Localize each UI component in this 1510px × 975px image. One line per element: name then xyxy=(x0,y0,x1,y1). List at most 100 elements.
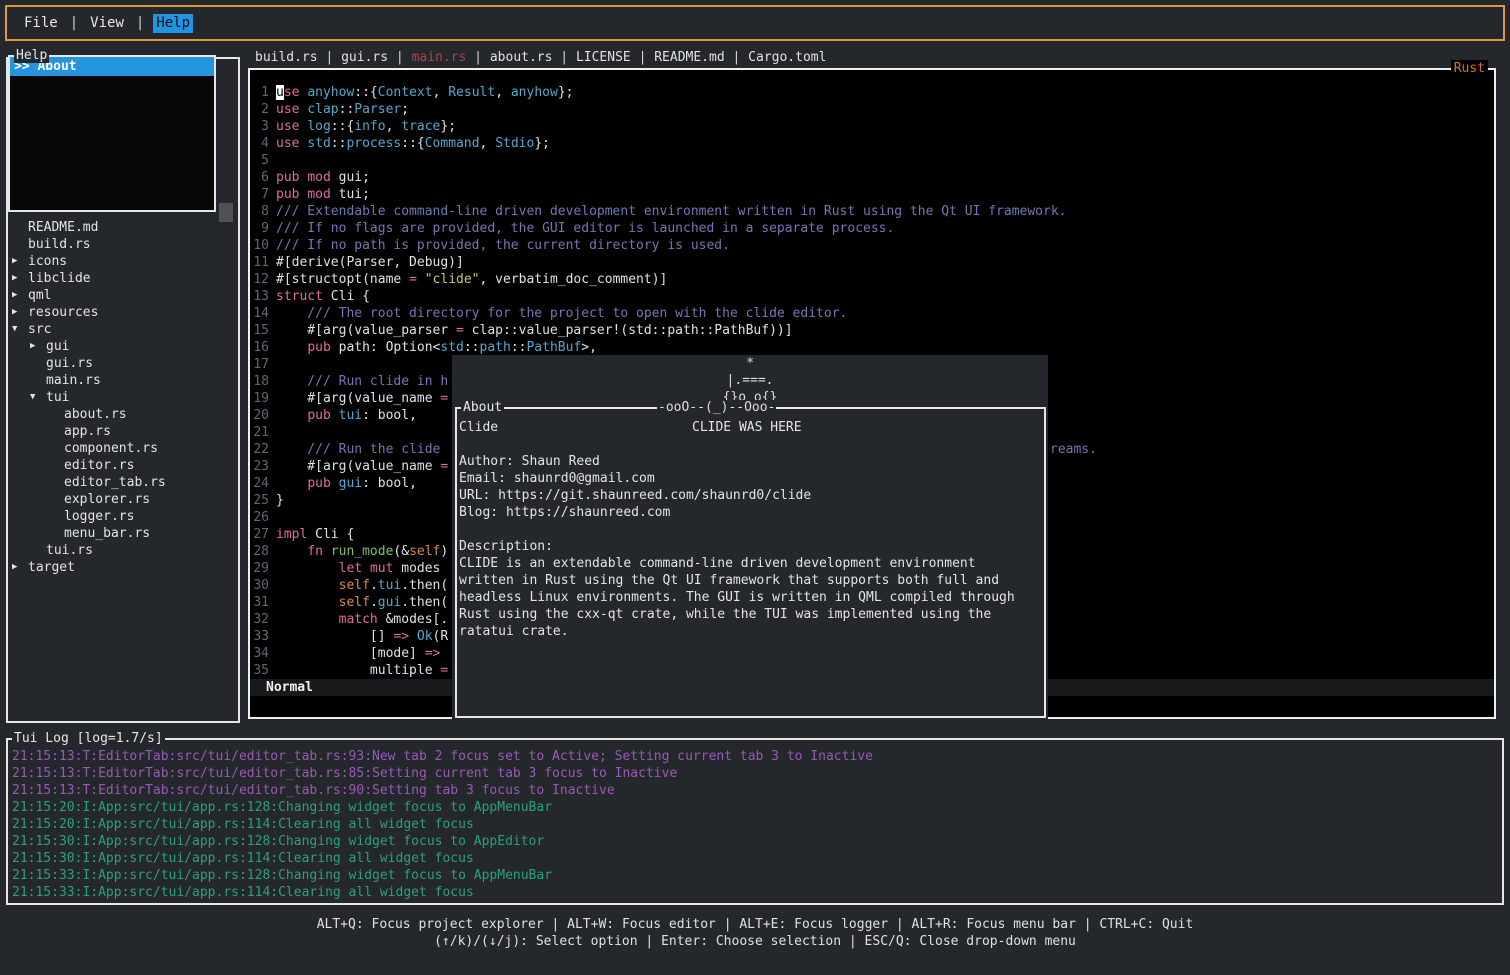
menu-bar: File|View|Help xyxy=(5,5,1505,41)
help-dropdown-menu: Help >> About xyxy=(8,55,216,212)
log-line-info: 21:15:30:I:App:src/tui/app.rs:114:Cleari… xyxy=(12,850,1500,867)
about-description-line: CLIDE is an extendable command-line driv… xyxy=(459,555,1042,572)
vim-mode-label: Normal xyxy=(266,680,313,695)
tab-build-rs[interactable]: build.rs xyxy=(255,49,318,67)
code-token: [mode] xyxy=(276,646,425,661)
about-description-line: ratatui crate. xyxy=(459,623,1042,640)
line-number: 4 xyxy=(252,135,269,152)
menu-item-view[interactable]: View xyxy=(87,14,127,33)
code-token: :: xyxy=(339,102,355,117)
code-token: = xyxy=(440,391,448,406)
about-dialog-box: About -ooO--(_)--Ooo- ClideCLIDE WAS HER… xyxy=(455,407,1046,718)
tree-item-label: main.rs xyxy=(46,372,101,389)
log-lines: 21:15:13:T:EditorTab:src/tui/editor_tab.… xyxy=(12,748,1500,901)
code-token xyxy=(323,544,331,559)
about-field: URL: https://git.shaunreed.com/shaunrd0/… xyxy=(459,487,1042,504)
line-number: 19 xyxy=(252,390,269,407)
code-token: gui xyxy=(339,476,362,491)
expand-collapsed-icon: ▶ xyxy=(12,559,28,576)
code-token: pub xyxy=(307,340,330,355)
tree-item-label: build.rs xyxy=(28,236,91,253)
tab-cargo-toml[interactable]: Cargo.toml xyxy=(748,49,826,67)
code-token xyxy=(331,476,339,491)
tree-item-logger-rs[interactable]: logger.rs xyxy=(8,508,238,525)
tree-item-target[interactable]: ▶target xyxy=(8,559,238,576)
tab-readme-md[interactable]: README.md xyxy=(654,49,724,67)
tree-item-about-rs[interactable]: about.rs xyxy=(8,406,238,423)
code-line: 2use clap::Parser; xyxy=(252,101,1494,118)
code-token: pub xyxy=(276,187,299,202)
tab-about-rs[interactable]: about.rs xyxy=(490,49,553,67)
code-token: #[structopt(name xyxy=(276,272,409,287)
line-number: 18 xyxy=(252,373,269,390)
log-line-trace: 21:15:13:T:EditorTab:src/tui/editor_tab.… xyxy=(12,765,1500,782)
code-token: pub xyxy=(276,170,299,185)
code-token xyxy=(276,578,339,593)
tree-item-gui-rs[interactable]: gui.rs xyxy=(8,355,238,372)
expand-collapsed-icon: ▶ xyxy=(12,270,28,287)
tree-item-tui[interactable]: ▼tui xyxy=(8,389,238,406)
tab-gui-rs[interactable]: gui.rs xyxy=(341,49,388,67)
code-token: PathBuf xyxy=(526,340,581,355)
tree-item-menu-bar-rs[interactable]: menu_bar.rs xyxy=(8,525,238,542)
tab-separator: | xyxy=(631,49,654,67)
code-token: anyhow xyxy=(307,85,354,100)
tui-log-panel[interactable]: Tui Log [log=1.7/s] 21:15:13:T:EditorTab… xyxy=(6,738,1504,905)
tree-item-app-rs[interactable]: app.rs xyxy=(8,423,238,440)
about-description-line: headless Linux environments. The GUI is … xyxy=(459,589,1042,606)
tree-item-explorer-rs[interactable]: explorer.rs xyxy=(8,491,238,508)
about-blank-row xyxy=(459,436,1042,453)
about-blank-row xyxy=(459,521,1042,538)
code-token: ::{ xyxy=(401,136,424,151)
expand-collapsed-icon: ▶ xyxy=(12,304,28,321)
code-line: 15 #[arg(value_parser = clap::value_pars… xyxy=(252,322,1494,339)
code-token: Ok xyxy=(417,629,433,644)
tree-item-label: libclide xyxy=(28,270,91,287)
tree-item-tui-rs[interactable]: tui.rs xyxy=(8,542,238,559)
line-number: 26 xyxy=(252,509,269,526)
code-token: /// If no flags are provided, the GUI ed… xyxy=(276,221,894,236)
line-number: 20 xyxy=(252,407,269,424)
tree-item-main-rs[interactable]: main.rs xyxy=(8,372,238,389)
line-number: 17 xyxy=(252,356,269,373)
tree-item-libclide[interactable]: ▶libclide xyxy=(8,270,238,287)
menu-item-file[interactable]: File xyxy=(21,14,61,33)
about-field: Blog: https://shaunreed.com xyxy=(459,504,1042,521)
code-token: mod xyxy=(307,170,330,185)
tree-item-editor-rs[interactable]: editor.rs xyxy=(8,457,238,474)
code-token: .then( xyxy=(401,595,448,610)
code-token: impl xyxy=(276,527,307,542)
code-token: ::{ xyxy=(331,119,354,134)
code-token: self xyxy=(339,595,370,610)
tree-item-gui[interactable]: ▶gui xyxy=(8,338,238,355)
tree-item-editor-tab-rs[interactable]: editor_tab.rs xyxy=(8,474,238,491)
code-token: .then( xyxy=(401,578,448,593)
tree-item-readme-md[interactable]: README.md xyxy=(8,219,238,236)
code-token: pub xyxy=(307,476,330,491)
tree-item-resources[interactable]: ▶resources xyxy=(8,304,238,321)
tab-main-rs[interactable]: main.rs xyxy=(412,49,467,67)
code-token: use xyxy=(276,136,299,151)
line-number: 11 xyxy=(252,254,269,271)
about-tagline: CLIDE WAS HERE xyxy=(692,419,802,436)
code-token: (& xyxy=(393,544,409,559)
code-token xyxy=(362,561,370,576)
code-line: 10/// If no path is provided, the curren… xyxy=(252,237,1494,254)
tree-item-src[interactable]: ▼src xyxy=(8,321,238,338)
explorer-scrollbar-thumb[interactable] xyxy=(219,203,233,222)
code-token: #[arg(value_name xyxy=(276,391,440,406)
code-token: #[derive(Parser, Debug)] xyxy=(276,255,464,270)
code-token: , xyxy=(495,85,511,100)
code-token: se xyxy=(284,85,300,100)
code-token: #[arg(value_parser xyxy=(276,323,456,338)
line-number: 21 xyxy=(252,424,269,441)
code-token xyxy=(276,544,307,559)
code-token: run_mode xyxy=(331,544,394,559)
tree-item-build-rs[interactable]: build.rs xyxy=(8,236,238,253)
menu-item-help[interactable]: Help xyxy=(153,14,193,33)
tree-item-label: gui.rs xyxy=(46,355,93,372)
tree-item-icons[interactable]: ▶icons xyxy=(8,253,238,270)
tree-item-qml[interactable]: ▶qml xyxy=(8,287,238,304)
tab-license[interactable]: LICENSE xyxy=(576,49,631,67)
tree-item-component-rs[interactable]: component.rs xyxy=(8,440,238,457)
